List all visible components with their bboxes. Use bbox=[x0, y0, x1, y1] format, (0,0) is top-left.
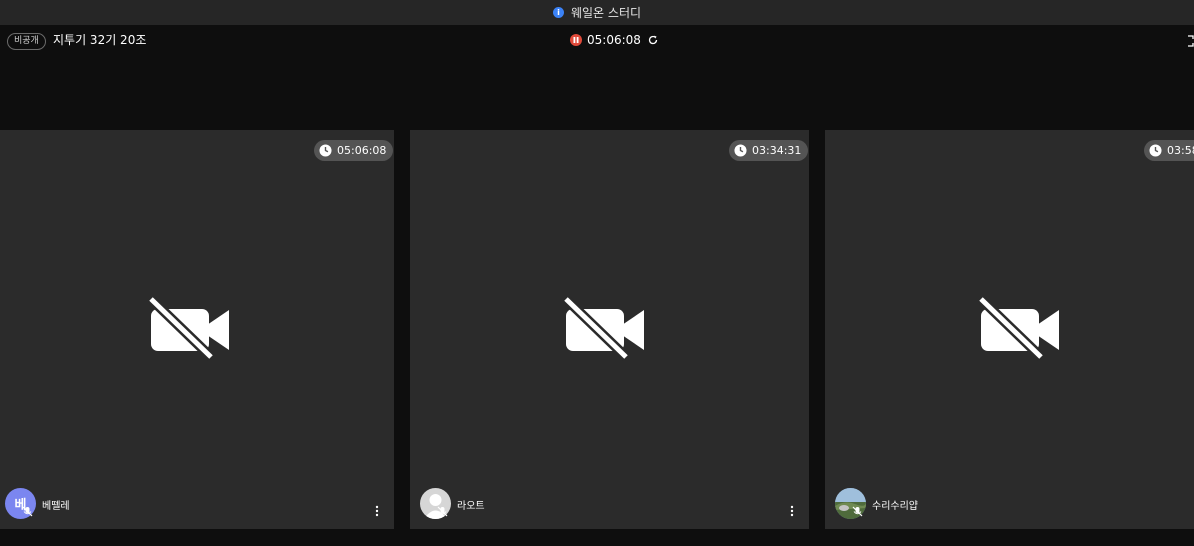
participant-time: 03:34:31 bbox=[752, 144, 802, 157]
video-off-icon bbox=[564, 297, 644, 361]
mic-off-icon bbox=[22, 506, 33, 517]
participant-time-badge: 03:34:31 bbox=[729, 140, 809, 161]
participant-name: 베뗄레 bbox=[42, 501, 70, 512]
more-vertical-icon[interactable] bbox=[790, 505, 794, 517]
session-time: 05:06:08 bbox=[587, 33, 641, 47]
participant-name: 수리수리얍 bbox=[872, 501, 918, 512]
clock-icon bbox=[319, 144, 332, 157]
participant-name: 라오트 bbox=[457, 501, 485, 512]
clock-icon bbox=[734, 144, 747, 157]
window-titlebar: i 웨일온 스터디 bbox=[0, 0, 1194, 25]
participant-time-badge: 03:58 bbox=[1144, 140, 1194, 161]
participant-tile[interactable]: 03:34:31 라오트 bbox=[410, 130, 809, 529]
more-vertical-icon[interactable] bbox=[375, 505, 379, 517]
video-off-icon bbox=[149, 297, 229, 361]
refresh-icon[interactable] bbox=[647, 34, 659, 46]
mic-off-icon bbox=[852, 506, 863, 517]
participant-tile[interactable]: 05:06:08 베 베뗄레 bbox=[0, 130, 394, 529]
window-title: 웨일온 스터디 bbox=[570, 6, 642, 20]
participant-time: 05:06:08 bbox=[337, 144, 387, 157]
mic-off-icon bbox=[437, 506, 448, 517]
clock-icon bbox=[1149, 144, 1162, 157]
privacy-badge: 비공개 bbox=[7, 33, 46, 50]
video-off-icon bbox=[979, 297, 1059, 361]
room-title: 지투기 32기 20조 bbox=[53, 33, 147, 47]
room-header: 비공개 지투기 32기 20조 05:06:08 bbox=[0, 25, 1194, 57]
participant-tile[interactable]: 03:58 수리수리얍 bbox=[825, 130, 1194, 529]
participant-time-badge: 05:06:08 bbox=[314, 140, 394, 161]
fullscreen-icon[interactable] bbox=[1188, 35, 1194, 47]
session-timer: 05:06:08 bbox=[570, 33, 659, 47]
pause-icon[interactable] bbox=[570, 34, 582, 46]
info-icon[interactable]: i bbox=[552, 7, 564, 18]
participant-time: 03:58 bbox=[1167, 144, 1194, 157]
